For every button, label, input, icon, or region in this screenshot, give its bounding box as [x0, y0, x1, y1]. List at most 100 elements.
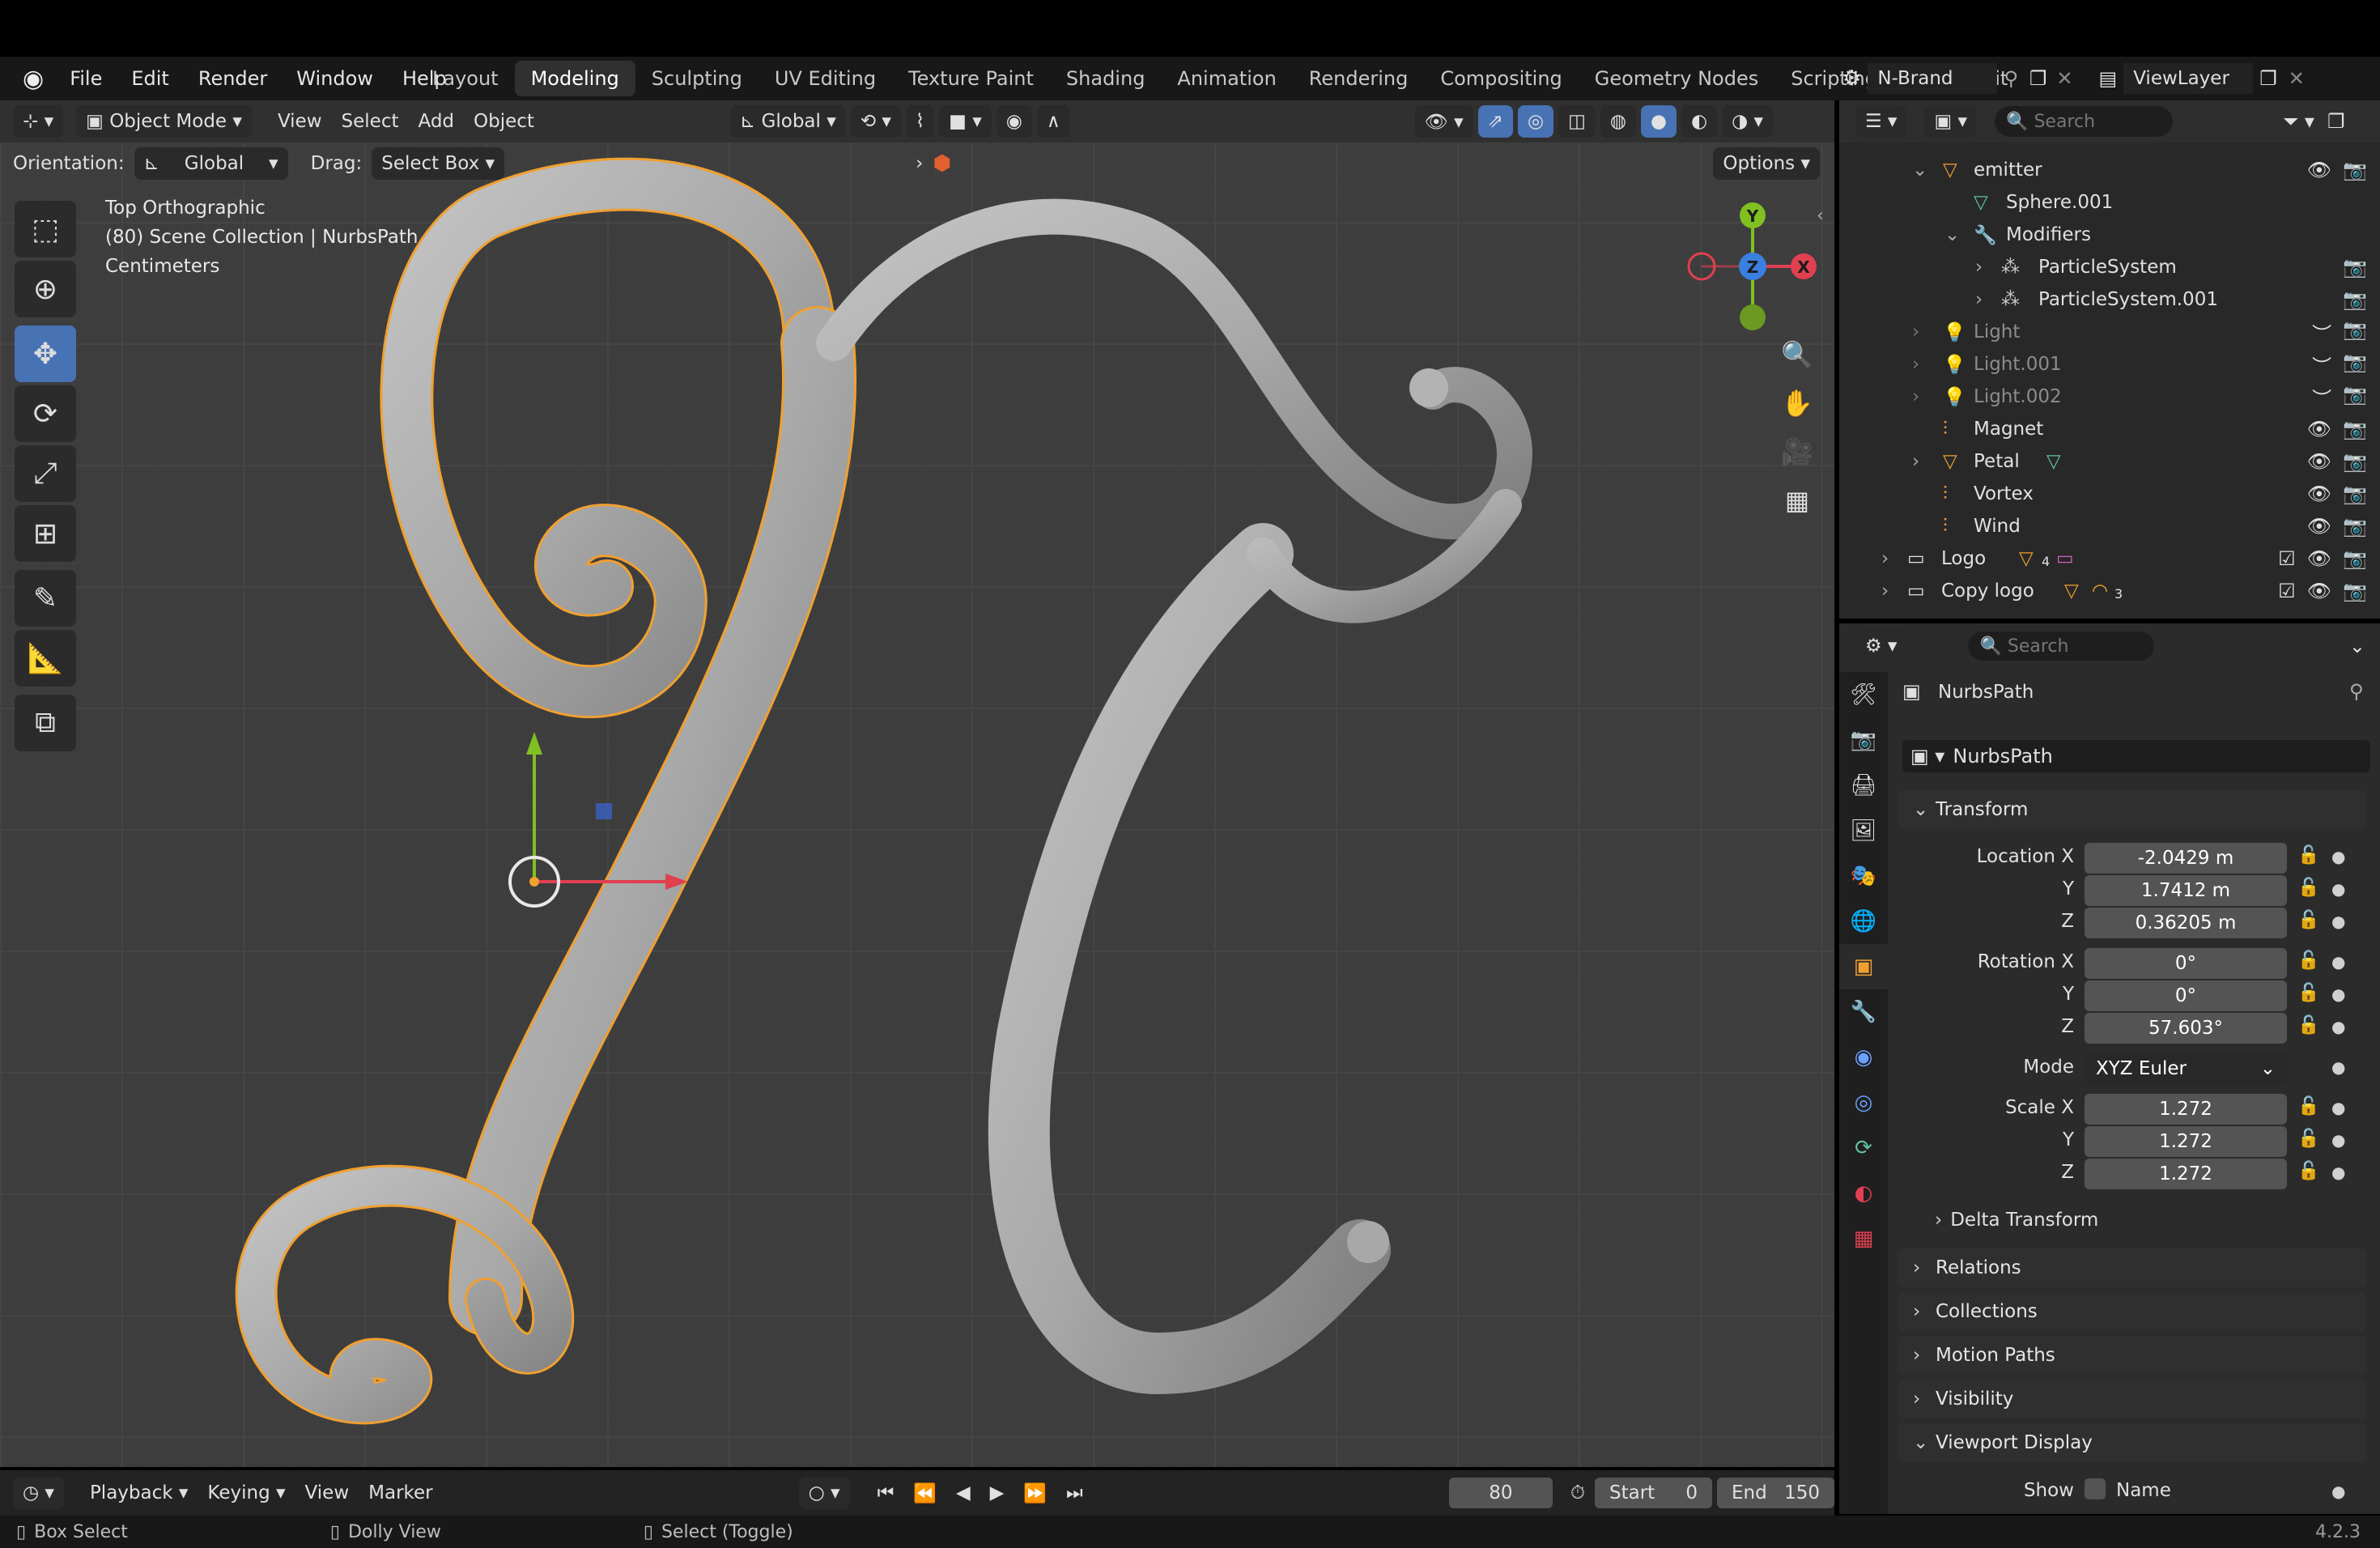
- lock-icon[interactable]: 🔓: [2297, 1161, 2319, 1181]
- tab-texture-paint[interactable]: Texture Paint: [892, 61, 1050, 96]
- relations-panel-header[interactable]: › Relations: [1898, 1248, 2366, 1287]
- eye-icon[interactable]: 👁: [2307, 515, 2331, 538]
- outliner-item-particlesystem[interactable]: › ⁂ ParticleSystem 📷: [1839, 251, 2380, 283]
- outliner-item-magnet[interactable]: ⫶ Magnet 👁 📷: [1839, 413, 2380, 445]
- outliner-item-sphere[interactable]: ▽ Sphere.001: [1839, 186, 2380, 219]
- eye-icon[interactable]: 👁: [2307, 483, 2331, 505]
- camera-off-icon[interactable]: 📷: [2343, 418, 2367, 440]
- camera-off-icon[interactable]: 📷: [2343, 288, 2367, 311]
- show-name-checkbox[interactable]: [2085, 1478, 2106, 1499]
- render-tab-icon[interactable]: 📷: [1839, 717, 1888, 763]
- scene-icon[interactable]: ⚙: [1836, 66, 1868, 91]
- jump-keyframe-forward-icon[interactable]: ⏩: [1014, 1477, 1056, 1509]
- display-mode-button[interactable]: ▣ ▾: [1924, 105, 1978, 138]
- lock-icon[interactable]: 🔓: [2297, 878, 2319, 898]
- scale-x-field[interactable]: 1.272: [2085, 1094, 2287, 1125]
- menu-file[interactable]: File: [55, 67, 117, 90]
- modifier-tab-icon[interactable]: 🔧: [1839, 989, 1888, 1035]
- outliner-item-logo[interactable]: › ▭ Logo ▽ 4 ▭ ☑ 👁 📷: [1839, 542, 2380, 575]
- current-frame-field[interactable]: 80: [1448, 1478, 1553, 1508]
- tab-geometry-nodes[interactable]: Geometry Nodes: [1579, 61, 1774, 96]
- selected-nurbs-path[interactable]: [235, 157, 857, 1425]
- lock-icon[interactable]: 🔓: [2297, 910, 2319, 930]
- tab-compositing[interactable]: Compositing: [1424, 61, 1578, 96]
- camera-icon[interactable]: 📷: [2343, 351, 2367, 379]
- tab-sculpting[interactable]: Sculpting: [635, 61, 759, 96]
- lock-icon[interactable]: 🔓: [2297, 950, 2319, 971]
- sidebar-toggle-chevron-icon[interactable]: ‹: [1817, 206, 1824, 226]
- location-z-field[interactable]: 0.36205 m: [2085, 908, 2287, 938]
- start-frame-field[interactable]: Start 0: [1594, 1478, 1712, 1508]
- outliner-editor-type-button[interactable]: ☰ ▾: [1855, 105, 1907, 138]
- world-tab-icon[interactable]: 🌐: [1839, 899, 1888, 944]
- tab-rendering[interactable]: Rendering: [1293, 61, 1425, 96]
- eye-icon[interactable]: 👁: [2307, 547, 2331, 570]
- outliner-item-wind[interactable]: ⫶ Wind 👁 📷: [1839, 510, 2380, 542]
- lock-icon[interactable]: 🔓: [2297, 983, 2319, 1003]
- output-tab-icon[interactable]: 🖨: [1839, 763, 1888, 808]
- view-layer-field[interactable]: ViewLayer: [2123, 63, 2254, 94]
- keyframe-dot-icon[interactable]: ●: [2331, 985, 2345, 1004]
- lock-icon[interactable]: 🔓: [2297, 1129, 2319, 1149]
- eye-icon[interactable]: 👁: [2307, 450, 2331, 473]
- eye-closed-icon[interactable]: ︶: [2312, 351, 2331, 379]
- outliner-item-particlesystem-001[interactable]: › ⁂ ParticleSystem.001 📷: [1839, 283, 2380, 316]
- scene-name-field[interactable]: N-Brand: [1868, 63, 1998, 94]
- jump-start-icon[interactable]: ⏮: [868, 1477, 904, 1509]
- outliner-item-light-002[interactable]: › 💡 Light.002 ︶ 📷: [1839, 381, 2380, 413]
- pin-icon[interactable]: ⚲: [1997, 67, 2025, 90]
- transform-panel-header[interactable]: ⌄ Transform: [1898, 790, 2366, 829]
- eye-icon[interactable]: 👁: [2307, 418, 2331, 440]
- rotation-x-field[interactable]: 0°: [2085, 948, 2287, 979]
- ortho-grid-icon[interactable]: ▦: [1773, 478, 1821, 523]
- camera-icon[interactable]: 📷: [2343, 450, 2367, 473]
- keyframe-dot-icon[interactable]: ●: [2331, 1057, 2345, 1077]
- keyframe-dot-icon[interactable]: ●: [2331, 847, 2345, 866]
- stopwatch-icon[interactable]: ⏱: [1561, 1477, 1595, 1509]
- rotation-y-field[interactable]: 0°: [2085, 980, 2287, 1011]
- visibility-panel-header[interactable]: › Visibility: [1898, 1380, 2366, 1418]
- delta-transform-subpanel[interactable]: › Delta Transform: [1935, 1210, 2098, 1231]
- keyframe-dot-icon[interactable]: ●: [2331, 1130, 2345, 1150]
- view-layer-icon[interactable]: ▤: [2078, 67, 2124, 90]
- camera-view-icon[interactable]: 🎥: [1773, 429, 1821, 474]
- location-y-field[interactable]: 1.7412 m: [2085, 875, 2287, 906]
- new-collection-icon[interactable]: ❐: [2327, 110, 2345, 133]
- outliner-item-modifiers[interactable]: ⌄ 🔧 Modifiers: [1839, 219, 2380, 251]
- keyframe-dot-icon[interactable]: ●: [2331, 879, 2345, 899]
- menu-window[interactable]: Window: [282, 67, 388, 90]
- checkbox-icon[interactable]: ☑: [2278, 580, 2296, 602]
- tab-modeling[interactable]: Modeling: [514, 61, 635, 96]
- new-scene-icon[interactable]: ❐: [2025, 67, 2052, 90]
- checkbox-icon[interactable]: ☑: [2278, 547, 2296, 570]
- outliner-item-petal[interactable]: › ▽ Petal ▽ 👁 📷: [1839, 445, 2380, 478]
- location-x-field[interactable]: -2.0429 m: [2085, 843, 2287, 874]
- close-view-layer-icon[interactable]: ✕: [2284, 67, 2310, 90]
- properties-options-chevron-icon[interactable]: ⌄: [2349, 635, 2365, 657]
- tab-layout[interactable]: Layout: [416, 61, 515, 96]
- outliner-item-light[interactable]: › 💡 Light ︶ 📷: [1839, 316, 2380, 348]
- properties-editor-type-button[interactable]: ⚙ ▾: [1855, 630, 1907, 662]
- lock-icon[interactable]: 🔓: [2297, 845, 2319, 865]
- rotation-z-field[interactable]: 57.603°: [2085, 1013, 2287, 1044]
- camera-icon[interactable]: 📷: [2343, 159, 2367, 181]
- collections-panel-header[interactable]: › Collections: [1898, 1292, 2366, 1331]
- tool-tab-icon[interactable]: 🛠: [1839, 672, 1888, 717]
- constraints-tab-icon[interactable]: ⟳: [1839, 1125, 1888, 1171]
- eye-icon[interactable]: 👁: [2307, 159, 2331, 181]
- camera-icon[interactable]: 📷: [2343, 256, 2367, 279]
- view-layer-tab-icon[interactable]: 🖼: [1839, 808, 1888, 853]
- texture-tab-icon[interactable]: ▦: [1839, 1216, 1888, 1261]
- viewport-display-panel-header[interactable]: ⌄ Viewport Display: [1898, 1423, 2366, 1462]
- end-frame-field[interactable]: End 150: [1716, 1478, 1834, 1508]
- auto-keying-toggle[interactable]: ○ ▾: [798, 1477, 850, 1509]
- nurbs-curve-artwork[interactable]: Y Z X: [0, 100, 1834, 1467]
- marker-menu[interactable]: Marker: [359, 1477, 443, 1509]
- playback-dropdown[interactable]: Playback ▾: [80, 1477, 198, 1509]
- scene-tab-icon[interactable]: 🎭: [1839, 853, 1888, 899]
- physics-tab-icon[interactable]: ◎: [1839, 1080, 1888, 1125]
- keyframe-dot-icon[interactable]: ●: [2331, 952, 2345, 972]
- particles-tab-icon[interactable]: ◉: [1839, 1035, 1888, 1080]
- camera-icon[interactable]: 📷: [2343, 383, 2367, 411]
- filter-icon[interactable]: ⏷ ▾: [2283, 110, 2314, 133]
